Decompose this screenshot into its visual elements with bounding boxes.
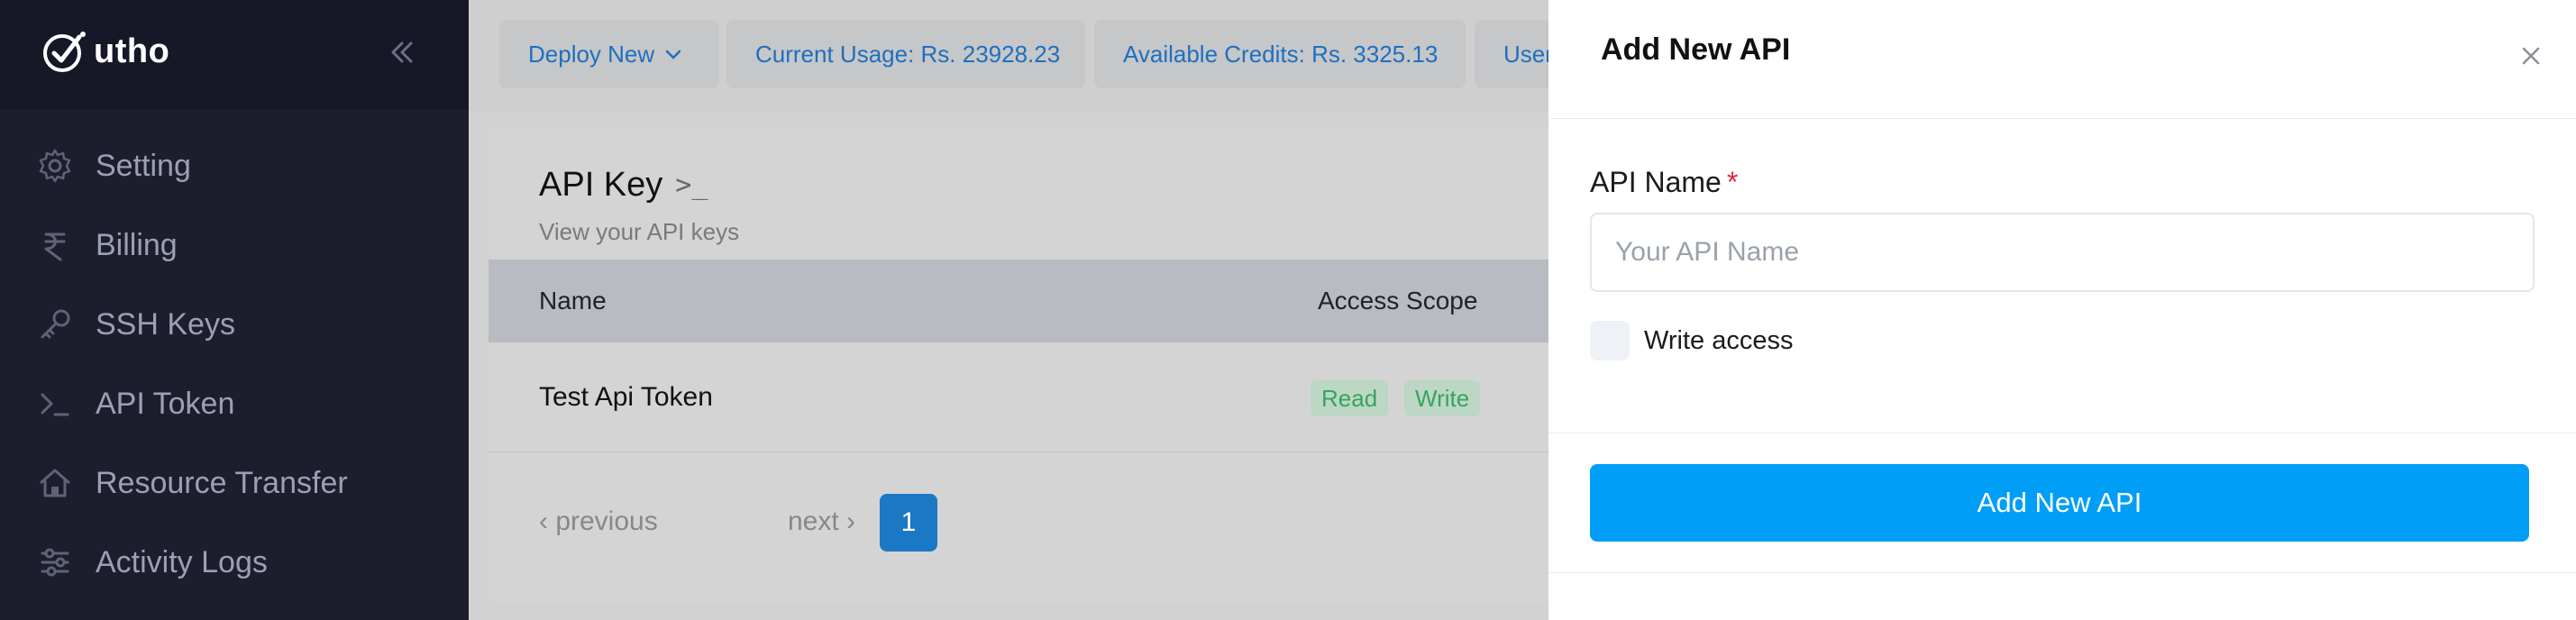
- chevron-down-icon: [665, 50, 681, 59]
- available-credits-badge[interactable]: Available Credits: Rs. 3325.13: [1094, 20, 1466, 88]
- close-drawer-button[interactable]: [2515, 40, 2547, 72]
- drawer-footer: Add New API: [1548, 433, 2576, 573]
- sliders-icon: [36, 543, 74, 581]
- house-icon: [36, 464, 74, 502]
- previous-page-link[interactable]: ‹ previous: [539, 506, 658, 537]
- sidebar-nav: Setting Billing SSH Keys API Token Resou…: [0, 126, 469, 602]
- double-chevron-left-icon: [391, 41, 413, 63]
- scope-badge-read: Read: [1311, 380, 1389, 416]
- write-access-checkbox[interactable]: [1590, 321, 1630, 360]
- table-header: Name Access Scope: [489, 260, 1570, 342]
- key-icon: [36, 305, 74, 343]
- current-usage-badge[interactable]: Current Usage: Rs. 23928.23: [726, 20, 1085, 88]
- column-header-access-scope: Access Scope: [1318, 287, 1478, 315]
- scope-badge-write: Write: [1404, 380, 1481, 416]
- column-header-name: Name: [539, 287, 607, 315]
- sidebar-item-ssh-keys[interactable]: SSH Keys: [0, 285, 469, 364]
- pagination: ‹ previous 1 next ›: [539, 494, 1080, 552]
- write-access-row[interactable]: Write access: [1590, 321, 1793, 360]
- terminal-icon: [36, 385, 74, 423]
- available-credits-label: Available Credits: Rs. 3325.13: [1123, 40, 1439, 68]
- main-content: Deploy New Current Usage: Rs. 23928.23 A…: [469, 0, 1583, 620]
- api-name-label-text: API Name: [1590, 166, 1722, 198]
- logo-check-icon: [43, 32, 86, 72]
- rupee-icon: [36, 226, 74, 264]
- sidebar-item-resource-transfer[interactable]: Resource Transfer: [0, 443, 469, 523]
- api-name-input[interactable]: [1590, 213, 2535, 292]
- collapse-sidebar-button[interactable]: [384, 32, 420, 72]
- sidebar-item-api-token[interactable]: API Token: [0, 364, 469, 443]
- page-1-button[interactable]: 1: [880, 494, 937, 552]
- deploy-new-button[interactable]: Deploy New: [499, 20, 719, 88]
- sidebar-item-label: Setting: [96, 148, 191, 183]
- api-name-label: API Name *: [1590, 166, 1738, 199]
- api-token-name: Test Api Token: [539, 382, 713, 412]
- logo[interactable]: utho: [40, 27, 169, 76]
- required-marker: *: [1726, 166, 1739, 198]
- terminal-prompt-icon: >_: [675, 169, 708, 201]
- drawer-header: Add New API: [1548, 0, 2576, 119]
- current-usage-label: Current Usage: Rs. 23928.23: [755, 40, 1061, 68]
- sidebar-header: utho: [0, 0, 469, 110]
- drawer-title: Add New API: [1601, 32, 1791, 67]
- api-key-card: API Key >_ View your API keys Name Acces…: [489, 128, 1570, 604]
- gear-icon: [36, 147, 74, 185]
- write-access-label[interactable]: Write access: [1644, 326, 1793, 356]
- topbar: Deploy New Current Usage: Rs. 23928.23 A…: [469, 0, 1583, 112]
- page-title: API Key >_: [539, 166, 708, 205]
- deploy-new-label: Deploy New: [528, 40, 655, 68]
- next-page-link[interactable]: next ›: [788, 506, 855, 537]
- sidebar-item-activity-logs[interactable]: Activity Logs: [0, 523, 469, 602]
- sidebar-item-setting[interactable]: Setting: [0, 126, 469, 205]
- add-new-api-button[interactable]: Add New API: [1590, 464, 2529, 542]
- sidebar-item-label: Billing: [96, 227, 178, 262]
- user-label: User: [1503, 40, 1553, 68]
- sidebar-item-label: SSH Keys: [96, 306, 235, 342]
- sidebar-item-billing[interactable]: Billing: [0, 205, 469, 285]
- page-subtitle: View your API keys: [539, 218, 740, 245]
- table-row[interactable]: Test Api Token Read Write: [489, 342, 1570, 452]
- sidebar-item-label: Resource Transfer: [96, 465, 348, 500]
- sidebar-item-label: Activity Logs: [96, 544, 268, 579]
- add-api-drawer: Add New API API Name* Write access Add N…: [1548, 0, 2576, 620]
- sidebar: utho Setting Billing SSH Keys API Token …: [0, 0, 469, 620]
- sidebar-item-label: API Token: [96, 386, 235, 421]
- logo-text: utho: [94, 32, 170, 70]
- close-icon: [2522, 47, 2540, 65]
- page-title-text: API Key: [539, 166, 663, 204]
